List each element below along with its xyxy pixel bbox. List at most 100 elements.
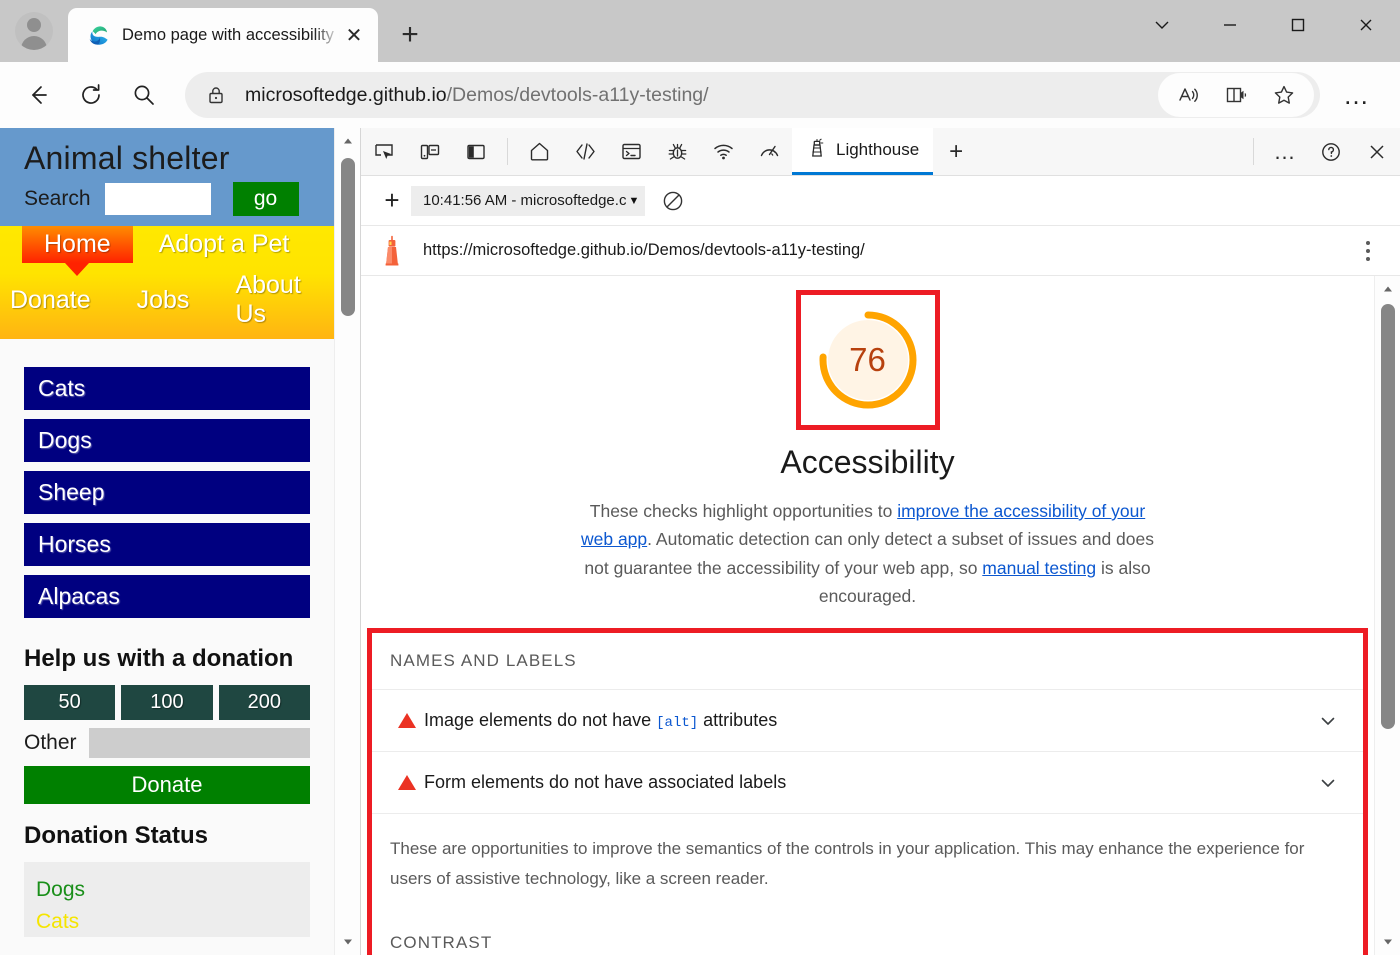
tab-welcome[interactable]: [516, 128, 562, 175]
page-scrollbar-thumb[interactable]: [340, 158, 355, 316]
devtools-more-label: …: [1273, 138, 1297, 164]
animal-shelter-page: Animal shelter Search go Home Adopt a Pe…: [0, 128, 334, 955]
chevron-down-icon: ▼: [628, 194, 640, 207]
title-bar: Demo page with accessibility issu ✕ +: [0, 0, 1400, 62]
nav-item-home[interactable]: Home: [22, 226, 133, 263]
browser-settings-button[interactable]: …: [1330, 73, 1384, 117]
donation-heading: Help us with a donation: [24, 645, 294, 672]
search-icon[interactable]: [122, 73, 166, 117]
star-icon[interactable]: [1260, 73, 1308, 117]
page-scrollbar-track[interactable]: [335, 154, 361, 929]
audit-row-image-alt[interactable]: Image elements do not have [alt] attribu…: [372, 690, 1363, 753]
amount-100-button[interactable]: 100: [121, 685, 213, 720]
report-url: https://microsoftedge.github.io/Demos/de…: [423, 241, 865, 259]
category-alpacas[interactable]: Alpacas: [24, 575, 310, 618]
section-heading-contrast: CONTRAST: [390, 932, 493, 952]
browser-tab[interactable]: Demo page with accessibility issu ✕: [68, 8, 378, 62]
profile-button[interactable]: [0, 0, 68, 62]
new-report-button[interactable]: +: [373, 182, 411, 220]
tab-network[interactable]: [700, 128, 746, 175]
inspect-element-icon[interactable]: [361, 128, 407, 175]
site-header: Animal shelter Search go: [0, 128, 334, 226]
more-tabs-button[interactable]: [1128, 0, 1196, 50]
new-tab-button[interactable]: +: [388, 13, 432, 57]
report-scrollbar-track[interactable]: [1375, 302, 1400, 929]
toolbar-divider: [507, 138, 508, 165]
scroll-up-arrow-icon[interactable]: [335, 128, 361, 154]
tab-title: Demo page with accessibility issu: [122, 25, 340, 44]
other-amount-label: Other: [24, 731, 77, 754]
device-emulation-icon[interactable]: [407, 128, 453, 175]
category-cats[interactable]: Cats: [24, 367, 310, 410]
other-amount-input[interactable]: [88, 728, 310, 758]
nav-item-adopt-a-pet[interactable]: Adopt a Pet: [149, 226, 300, 263]
fail-triangle-icon: [390, 713, 424, 729]
add-panel-button[interactable]: +: [933, 128, 979, 175]
report-scrollbar[interactable]: [1374, 276, 1400, 955]
donate-button[interactable]: Donate: [24, 766, 310, 804]
fail-triangle-icon: [390, 775, 424, 791]
page-viewport: Animal shelter Search go Home Adopt a Pe…: [0, 128, 360, 955]
tab-sources[interactable]: [654, 128, 700, 175]
search-input[interactable]: [104, 183, 211, 215]
tab-elements[interactable]: [562, 128, 608, 175]
amount-50-button[interactable]: 50: [24, 685, 116, 720]
maximize-button[interactable]: [1264, 0, 1332, 50]
names-and-labels-section: NAMES AND LABELS Image elements do not h…: [367, 628, 1368, 955]
more-options-icon[interactable]: [1350, 233, 1386, 269]
url-path: /Demos/devtools-a11y-testing/: [446, 83, 709, 106]
search-label: Search: [24, 187, 91, 210]
report-selector[interactable]: 10:41:56 AM - microsoftedge.c ▼: [411, 185, 646, 216]
nav-row-primary: Home Adopt a Pet: [0, 226, 334, 263]
devtools-help-button[interactable]: [1308, 128, 1354, 175]
read-aloud-icon[interactable]: [1164, 73, 1212, 117]
devtools-more-button[interactable]: …: [1262, 128, 1308, 175]
refresh-icon[interactable]: [69, 73, 113, 117]
dock-side-icon[interactable]: [453, 128, 499, 175]
immersive-reader-icon[interactable]: [1212, 73, 1260, 117]
lighthouse-report-header: https://microsoftedge.github.io/Demos/de…: [361, 226, 1400, 276]
audit-row-form-labels[interactable]: Form elements do not have associated lab…: [372, 752, 1363, 815]
chevron-down-icon[interactable]: [1311, 712, 1345, 730]
tab-lighthouse[interactable]: Lighthouse: [792, 128, 934, 175]
page-scrollbar[interactable]: [334, 128, 360, 955]
chevron-down-icon[interactable]: [1311, 774, 1345, 792]
devtools-close-button[interactable]: [1354, 128, 1400, 175]
report-scrollbar-thumb[interactable]: [1380, 304, 1395, 729]
tab-console[interactable]: [608, 128, 654, 175]
navigation-toolbar: microsoftedge.github.io/Demos/devtools-a…: [0, 62, 1400, 128]
address-bar-url: microsoftedge.github.io/Demos/devtools-a…: [245, 84, 1158, 107]
tab-close-icon[interactable]: ✕: [340, 21, 368, 49]
nav-item-jobs[interactable]: Jobs: [127, 282, 200, 319]
back-arrow-icon[interactable]: [16, 73, 60, 117]
address-bar[interactable]: microsoftedge.github.io/Demos/devtools-a…: [185, 72, 1320, 118]
clear-reports-button[interactable]: [653, 181, 693, 221]
category-sheep[interactable]: Sheep: [24, 471, 310, 514]
score-highlight: 76: [361, 290, 1374, 430]
scroll-down-arrow-icon[interactable]: [1375, 929, 1400, 955]
manual-testing-link[interactable]: manual testing: [982, 558, 1096, 578]
amount-200-button[interactable]: 200: [218, 685, 310, 720]
scroll-down-arrow-icon[interactable]: [335, 929, 361, 955]
scroll-up-arrow-icon[interactable]: [1375, 276, 1400, 302]
edge-logo-icon: [86, 23, 110, 47]
status-item-cats: Cats: [36, 909, 80, 933]
nav-item-donate[interactable]: Donate: [0, 282, 101, 319]
content-area: Animal shelter Search go Home Adopt a Pe…: [0, 128, 1400, 955]
category-horses[interactable]: Horses: [24, 523, 310, 566]
page-title: Accessibility: [780, 444, 955, 480]
accessibility-score-gauge[interactable]: 76: [795, 290, 940, 430]
other-amount-row: Other: [0, 720, 334, 758]
go-button[interactable]: go: [232, 182, 299, 216]
address-bar-actions: [1158, 73, 1314, 117]
minimize-button[interactable]: [1196, 0, 1264, 50]
category-dogs[interactable]: Dogs: [24, 419, 310, 462]
donation-amount-row: 50 100 200: [0, 685, 334, 720]
close-button[interactable]: [1332, 0, 1400, 50]
url-host: microsoftedge.github.io: [245, 83, 447, 106]
lighthouse-run-bar: + 10:41:56 AM - microsoftedge.c ▼: [361, 176, 1400, 226]
tab-performance[interactable]: [746, 128, 792, 175]
window-controls: [1128, 0, 1400, 50]
nav-item-about-us[interactable]: About Us: [225, 267, 334, 333]
avatar: [15, 12, 53, 50]
